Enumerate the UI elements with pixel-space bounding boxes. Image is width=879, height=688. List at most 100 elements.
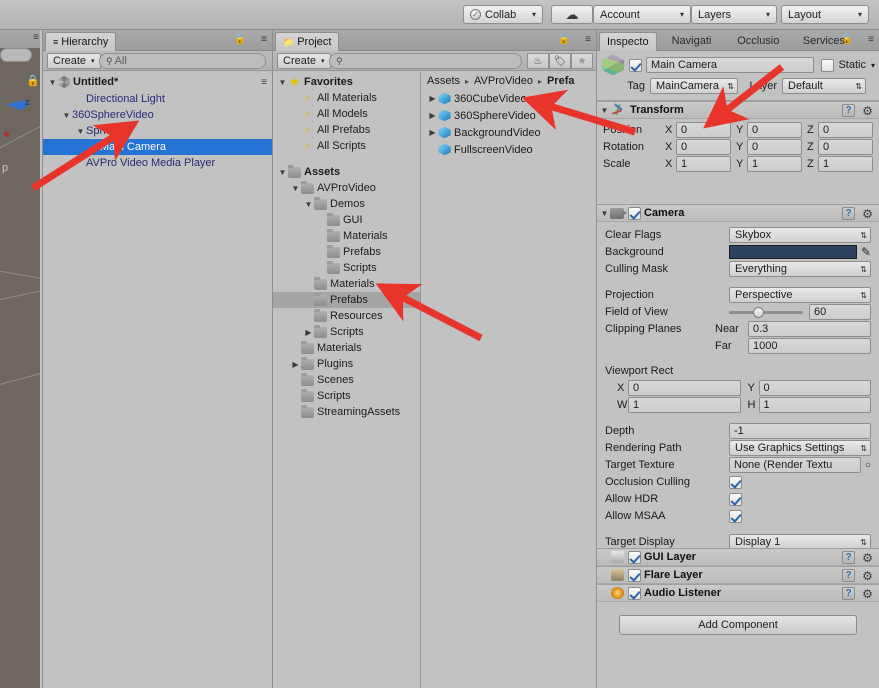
project-tree-item-scripts[interactable]: ▶ Scripts (273, 324, 420, 340)
chevron-down-icon[interactable]: ▼ (277, 78, 288, 87)
gear-icon[interactable]: ⚙ (861, 207, 874, 221)
project-tree-item-resources[interactable]: ▶ Resources (273, 308, 420, 324)
object-enabled-checkbox[interactable] (629, 58, 642, 72)
help-icon[interactable]: ? (842, 104, 855, 117)
allow-msaa-checkbox[interactable] (729, 509, 742, 523)
viewport-h-input[interactable]: 1 (758, 397, 871, 413)
tab-hierarchy[interactable]: ≡ Hierarchy (45, 32, 117, 51)
project-tree-item-gui[interactable]: ▶ GUI (273, 212, 420, 228)
gear-icon[interactable]: ⚙ (861, 569, 874, 583)
chevron-down-icon[interactable]: ▼ (303, 200, 314, 209)
help-icon[interactable]: ? (842, 587, 855, 600)
project-tree-item-prefabs[interactable]: ▶ Prefabs (273, 244, 420, 260)
chevron-down-icon[interactable]: ▼ (599, 209, 610, 218)
far-input[interactable]: 1000 (748, 338, 871, 354)
hierarchy-search-input[interactable]: ⚲ All (99, 53, 266, 69)
layers-button[interactable]: Layers ▾ (691, 5, 777, 24)
project-search-input[interactable]: ⚲ (329, 53, 522, 69)
scene-context-menu-icon[interactable]: ≡ (261, 77, 267, 88)
project-tree-item-all-models[interactable]: ▶⌕ All Models (273, 106, 420, 122)
tab-services[interactable]: Services (796, 32, 852, 51)
gui-layer-enabled-checkbox[interactable] (628, 550, 641, 564)
target-texture-field[interactable]: None (Render Textu (729, 457, 861, 473)
hierarchy-scene-root[interactable]: ▼ Untitled* ≡ (43, 74, 272, 90)
project-tree-item-scripts[interactable]: ▶ Scripts (273, 260, 420, 276)
transform-scale-y-input[interactable]: 1 (747, 156, 802, 172)
hierarchy-menu-icon[interactable]: ≡ (261, 34, 267, 45)
project-tree-item-materials[interactable]: ▶ Materials (273, 228, 420, 244)
cloud-button[interactable]: ☁ (551, 5, 593, 24)
asset-item-360spherevideo[interactable]: ▶ 360SphereVideo (421, 107, 596, 124)
project-tree-item-all-prefabs[interactable]: ▶⌕ All Prefabs (273, 122, 420, 138)
project-tree-item-prefabs[interactable]: ▶ Prefabs (273, 292, 420, 308)
rendering-path-dropdown[interactable]: Use Graphics Settings ⇅ (729, 440, 871, 456)
hierarchy-item-avpro-video-media-player[interactable]: ▶AVPro Video Media Player (43, 155, 272, 171)
layout-button[interactable]: Layout ▾ (781, 5, 869, 24)
transform-position-y-input[interactable]: 0 (747, 122, 802, 138)
project-tree-item-materials[interactable]: ▶ Materials (273, 276, 420, 292)
breadcrumb-item[interactable]: Prefa (547, 75, 575, 87)
hierarchy-item-main-camera[interactable]: ▶Main Camera (43, 139, 272, 155)
gear-icon[interactable]: ⚙ (861, 551, 874, 565)
chevron-down-icon[interactable]: ▼ (75, 127, 86, 136)
allow-hdr-checkbox[interactable] (729, 492, 742, 506)
audio-listener-enabled-checkbox[interactable] (628, 586, 641, 600)
gear-icon[interactable]: ⚙ (861, 104, 874, 118)
chevron-down-icon[interactable]: ▼ (599, 106, 610, 115)
chevron-down-icon[interactable]: ▼ (277, 168, 288, 177)
breadcrumb-item[interactable]: Assets (427, 75, 460, 87)
project-menu-icon[interactable]: ≡ (585, 34, 591, 45)
project-tree-item-avprovideo[interactable]: ▼ AVProVideo (273, 180, 420, 196)
depth-input[interactable]: -1 (729, 423, 871, 439)
chevron-right-icon[interactable]: ▶ (303, 328, 314, 337)
transform-scale-x-input[interactable]: 1 (676, 156, 731, 172)
scene-view[interactable]: z p 🔒 (0, 48, 40, 688)
add-component-button[interactable]: Add Component (619, 615, 857, 635)
project-tree-item-plugins[interactable]: ▶ Plugins (273, 356, 420, 372)
project-tree-item-all-scripts[interactable]: ▶⌕ All Scripts (273, 138, 420, 154)
asset-item-backgroundvideo[interactable]: ▶ BackgroundVideo (421, 124, 596, 141)
camera-enabled-checkbox[interactable] (628, 206, 641, 220)
chevron-down-icon[interactable]: ▼ (61, 111, 72, 120)
viewport-w-input[interactable]: 1 (628, 397, 741, 413)
scene-lock-icon[interactable]: 🔒 (26, 74, 40, 87)
project-tree-item-all-materials[interactable]: ▶⌕ All Materials (273, 90, 420, 106)
project-tree-item-demos[interactable]: ▼ Demos (273, 196, 420, 212)
tab-navigati[interactable]: Navigati (665, 32, 719, 51)
gear-icon[interactable]: ⚙ (861, 587, 874, 601)
transform-rotation-z-input[interactable]: 0 (818, 139, 873, 155)
hierarchy-item-sphere[interactable]: ▼ Sphere (43, 123, 272, 139)
asset-item-360cubevideo[interactable]: ▶ 360CubeVideo (421, 90, 596, 107)
static-checkbox[interactable] (821, 58, 835, 72)
transform-rotation-x-input[interactable]: 0 (676, 139, 731, 155)
inspector-menu-icon[interactable]: ≡ (868, 34, 874, 45)
asset-item-fullscreenvideo[interactable]: ▶ FullscreenVideo (421, 141, 596, 158)
project-tree-item-favorites[interactable]: ▼ ★ Favorites (273, 74, 420, 90)
projection-dropdown[interactable]: Perspective ⇅ (729, 287, 871, 303)
tab-inspecto[interactable]: Inspecto (599, 32, 657, 51)
hierarchy-item-directional-light[interactable]: ▶Directional Light (43, 91, 272, 107)
hierarchy-create-button[interactable]: Create ▾ (47, 53, 101, 69)
object-name-input[interactable]: Main Camera (646, 57, 815, 73)
chevron-down-icon[interactable]: ▼ (290, 184, 301, 193)
help-icon[interactable]: ? (842, 207, 855, 220)
project-tree-item-materials[interactable]: ▶ Materials (273, 340, 420, 356)
background-color-swatch[interactable] (729, 245, 857, 259)
breadcrumb-item[interactable]: AVProVideo (474, 75, 533, 87)
transform-header[interactable]: ▼ Transform ? ⚙ (597, 101, 879, 119)
project-tree-item-streamingassets[interactable]: ▶ StreamingAssets (273, 404, 420, 420)
project-tree-item-scripts[interactable]: ▶ Scripts (273, 388, 420, 404)
chevron-down-icon[interactable]: ▼ (47, 78, 58, 87)
people-filter-icon[interactable]: ♨ (527, 53, 549, 69)
field-of-view-input[interactable]: 60 (809, 304, 871, 320)
camera-header[interactable]: ▼ Camera ? ⚙ (597, 204, 879, 222)
chevron-right-icon[interactable]: ▶ (427, 128, 438, 137)
project-lock-icon[interactable]: 🔓 (558, 34, 570, 45)
project-create-button[interactable]: Create ▾ (277, 53, 331, 69)
object-picker-icon[interactable]: ○ (865, 460, 871, 471)
project-tree-item-assets[interactable]: ▼ Assets (273, 164, 420, 180)
tag-dropdown[interactable]: MainCamera ⇅ (650, 78, 738, 94)
scene-search-input[interactable] (0, 48, 32, 62)
label-filter-icon[interactable]: 🏷 (549, 53, 571, 69)
flare-layer-enabled-checkbox[interactable] (628, 568, 641, 582)
